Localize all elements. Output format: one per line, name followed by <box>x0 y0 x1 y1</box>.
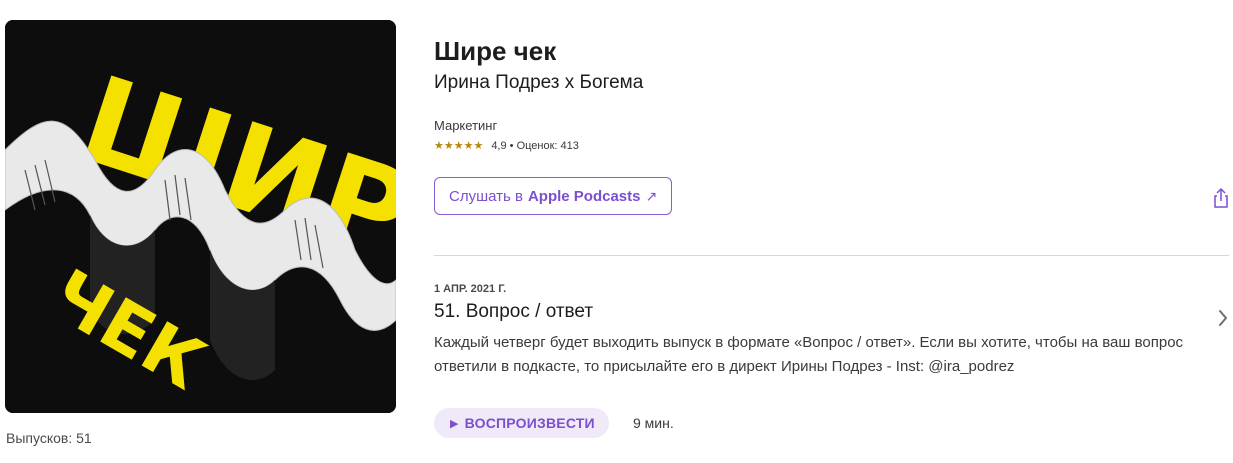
episode-title[interactable]: 51. Вопрос / ответ <box>434 301 593 323</box>
episode-count: Выпусков: 51 <box>6 430 92 446</box>
rating-text: 4,9 • Оценок: 413 <box>491 139 579 152</box>
play-icon: ▶ <box>450 417 459 430</box>
listen-app-name: Apple Podcasts <box>527 187 641 205</box>
episode-duration: 9 мин. <box>633 415 674 431</box>
share-icon[interactable] <box>1211 187 1231 209</box>
podcast-title: Шире чек <box>434 36 557 66</box>
podcast-artwork: ШИРЕ ЧЕК <box>5 20 396 413</box>
podcast-info: Шире чек Ирина Подрез x Богема Маркетинг… <box>434 34 1229 438</box>
listen-in-apple-podcasts-button[interactable]: Слушать в Apple Podcasts ↗ <box>434 177 673 215</box>
episode-description: Каждый четверг будет выходить выпуск в ф… <box>434 334 1184 375</box>
rating-row: ★★★★★ 4,9 • Оценок: 413 <box>434 139 579 153</box>
play-episode-button[interactable]: ▶ ВОСПРОИЗВЕСТИ <box>434 408 609 438</box>
star-rating-icon: ★★★★★ <box>434 140 484 152</box>
divider <box>434 255 1229 256</box>
episode-date: 1 АПР. 2021 Г. <box>434 283 507 295</box>
podcast-category[interactable]: Маркетинг <box>434 118 497 133</box>
play-label: ВОСПРОИЗВЕСТИ <box>464 415 595 431</box>
chevron-right-icon[interactable] <box>1216 307 1230 329</box>
external-link-icon: ↗ <box>645 187 658 204</box>
podcast-author[interactable]: Ирина Подрез x Богема <box>434 72 1229 94</box>
listen-prefix: Слушать в <box>449 187 523 205</box>
artwork-illustration: ШИРЕ ЧЕК <box>5 20 396 413</box>
